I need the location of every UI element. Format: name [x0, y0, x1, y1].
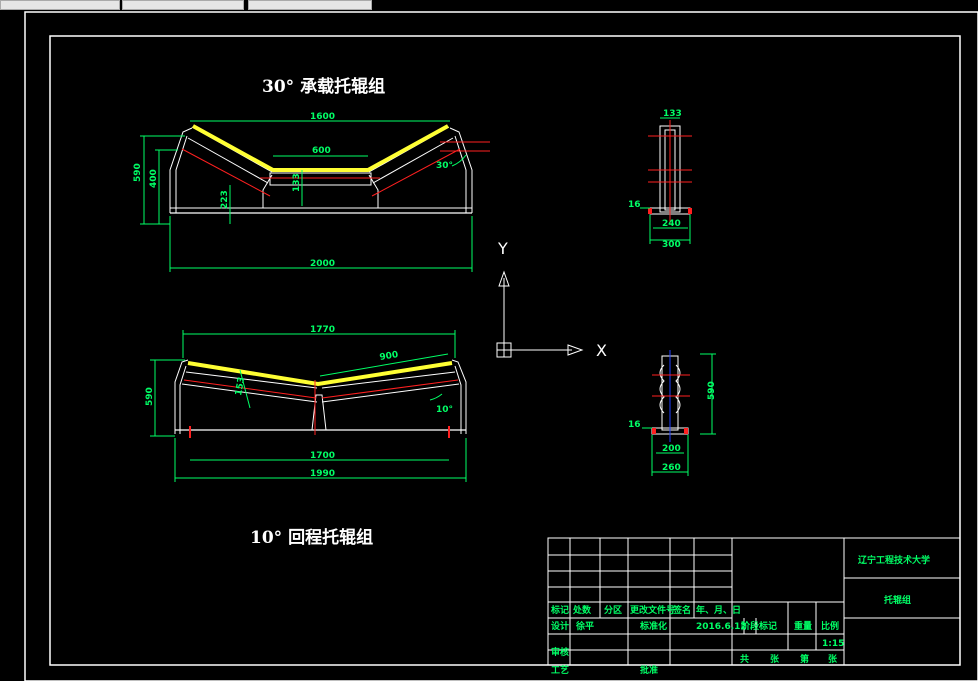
return-side-view: 590 16 200 260: [628, 350, 717, 476]
sheet-border: [24, 11, 978, 681]
dim-133: 133: [292, 173, 302, 192]
dim-side-240: 240: [662, 219, 681, 229]
tb-design-label: 设计: [551, 620, 569, 632]
ucs-y-label: Y: [497, 239, 508, 258]
dim-side-300: 300: [662, 240, 681, 250]
tb-approve-label: 批准: [640, 664, 658, 676]
tb-label-sign: 签名: [672, 604, 691, 616]
dim-1990: 1990: [310, 469, 335, 479]
dim-2000: 2000: [310, 259, 335, 269]
drawing-canvas[interactable]: 30° 承载托辊组 1600 600 590 400 223 133 2000 …: [0, 10, 978, 681]
tb-std-label: 标准化: [639, 620, 667, 632]
tb-drawing-name: 托辊组: [884, 594, 911, 606]
tb-stage-label: 阶段标记: [741, 620, 777, 632]
dim-1700: 1700: [310, 451, 335, 461]
dim-900: 900: [379, 350, 399, 363]
tb-sheet-no: 第: [800, 653, 809, 665]
tb-sheet-total: 共: [740, 653, 749, 665]
dim-600: 600: [312, 146, 331, 156]
return-idler-view: 10° 回程托辊组 1770 900 590 153 10° 1700 1990: [145, 325, 467, 548]
tb-weight-label: 重量: [794, 620, 812, 632]
dim-223: 223: [220, 190, 230, 209]
return-belt-line: [187, 361, 453, 387]
carrying-idler-view: 30° 承载托辊组 1600 600 590 400 223 133 2000 …: [133, 76, 490, 272]
ucs-icon: Y X: [496, 239, 607, 360]
tb-date: 2016.6.12: [696, 622, 747, 632]
tb-review-label: 审核: [551, 646, 569, 658]
toolbar-dropdown[interactable]: [0, 0, 120, 10]
dim-side-590: 590: [707, 381, 717, 400]
toolbar-dropdown[interactable]: [122, 0, 244, 10]
tb-scale-label: 比例: [821, 620, 839, 632]
tb-process-label: 工艺: [551, 664, 569, 676]
carrying-title: 30° 承载托辊组: [262, 76, 385, 97]
tb-label-zone: 分区: [604, 604, 622, 616]
tb-scale: 1:15: [822, 639, 844, 649]
toolbar-strip: [0, 0, 978, 10]
dim-side-133: 133: [663, 109, 682, 119]
title-block: 辽宁工程技术大学 托辊组 标记 处数 分区 更改文件号 签名 年、月、日 设计 …: [547, 537, 961, 676]
dim-angle30: 30°: [436, 161, 453, 171]
tb-label-count: 处数: [572, 604, 592, 616]
carrying-side-view: 133 16 240 300: [628, 109, 692, 250]
dim-side-260: 260: [662, 463, 681, 473]
dim-400: 400: [149, 169, 159, 188]
tb-school: 辽宁工程技术大学: [858, 554, 930, 566]
tb-sheet-unit1: 张: [770, 653, 780, 665]
ucs-x-label: X: [596, 341, 607, 360]
dim-side-16b: 16: [628, 420, 641, 430]
dim-590: 590: [133, 163, 143, 182]
dim-590-return: 590: [145, 387, 155, 406]
dim-1600: 1600: [310, 112, 335, 122]
tb-label-doc: 更改文件号: [630, 604, 675, 616]
dim-1770: 1770: [310, 325, 335, 335]
return-title: 10° 回程托辊组: [250, 527, 373, 548]
tb-designer: 徐平: [575, 620, 594, 632]
toolbar-dropdown[interactable]: [248, 0, 372, 10]
tb-sheet-unit2: 张: [828, 653, 838, 665]
dim-angle10: 10°: [436, 405, 453, 415]
tb-label-mark: 标记: [550, 604, 569, 616]
dim-side-200: 200: [662, 444, 681, 454]
dim-side-16: 16: [628, 200, 641, 210]
dim-153: 153: [234, 376, 247, 396]
tb-label-date: 年、月、日: [696, 604, 741, 616]
